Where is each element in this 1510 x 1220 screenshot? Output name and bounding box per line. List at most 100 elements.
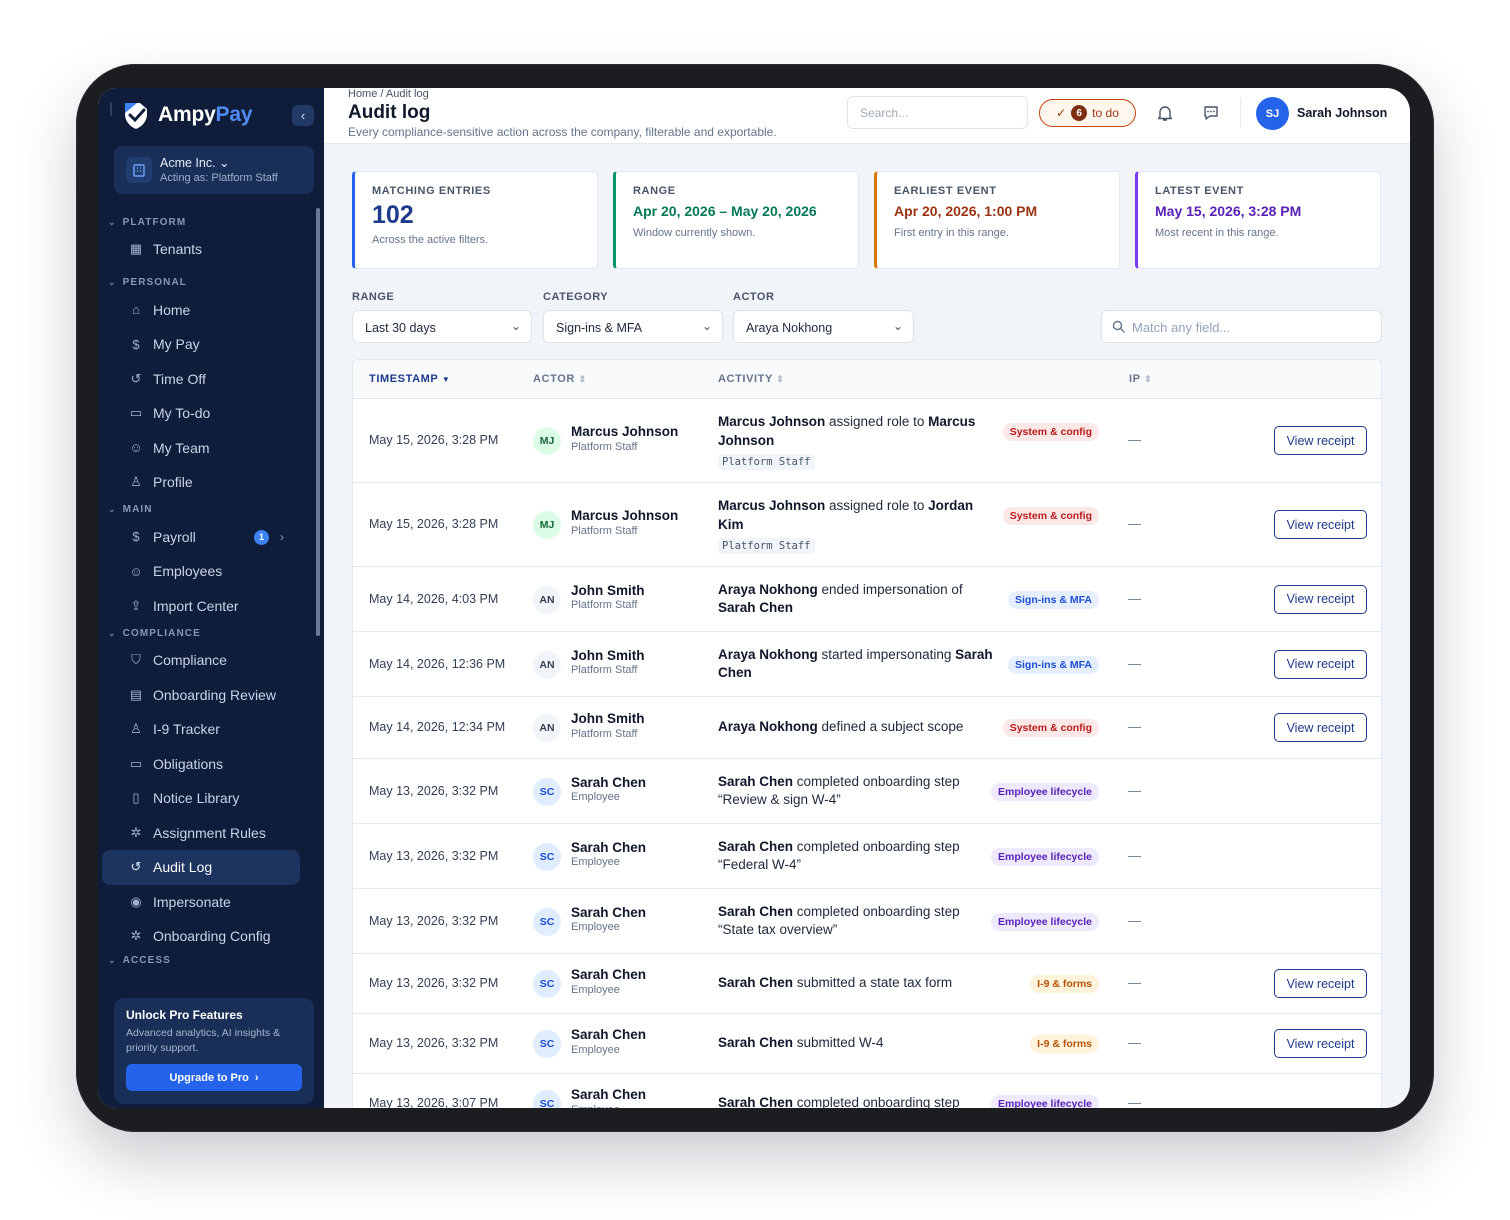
chat-icon[interactable] xyxy=(1200,102,1222,124)
sidebar-item-my-pay[interactable]: $ My Pay xyxy=(98,327,324,362)
actor-name[interactable]: Sarah Chen xyxy=(571,840,646,857)
activity-cell: Araya Nokhong ended impersonation of Sar… xyxy=(718,581,998,619)
view-receipt-button[interactable]: View receipt xyxy=(1274,713,1367,742)
sidebar-item-impersonate[interactable]: ◉ Impersonate xyxy=(98,885,324,920)
sidebar-item-home[interactable]: ⌂ Home xyxy=(98,293,324,328)
chevron-down-icon: ⌄ xyxy=(108,627,117,638)
org-switcher[interactable]: Acme Inc. ⌄ Acting as: Platform Staff xyxy=(114,146,314,194)
user-name[interactable]: Sarah Johnson xyxy=(1297,106,1387,120)
actor-cell: John Smith Platform Staff xyxy=(571,583,645,614)
match-any-field-input[interactable]: Match any field... xyxy=(1101,310,1382,343)
view-receipt-button[interactable]: View receipt xyxy=(1274,426,1367,455)
view-receipt-button[interactable]: View receipt xyxy=(1274,969,1367,998)
sidebar-item-my-team[interactable]: ☺ My Team xyxy=(98,431,324,466)
section-main[interactable]: ⌄ MAIN xyxy=(98,500,324,520)
timestamp-cell: May 15, 2026, 3:28 PM xyxy=(369,517,499,531)
ip-cell: — xyxy=(1128,655,1141,671)
stat-label: LATEST EVENT xyxy=(1155,185,1244,197)
activity-subject: Marcus Johnson xyxy=(718,498,826,513)
activity-subject: Araya Nokhong xyxy=(718,581,818,597)
view-receipt-button[interactable]: View receipt xyxy=(1274,584,1367,614)
promo-title: Unlock Pro Features xyxy=(126,1008,243,1022)
table-row[interactable]: May 13, 2026, 3:32 PM SC Sarah Chen Emplo… xyxy=(353,759,1381,824)
table-row[interactable]: May 14, 2026, 12:36 PM AN John Smith Plat… xyxy=(353,632,1381,697)
actor-name[interactable]: Sarah Chen xyxy=(571,1027,646,1044)
range-select[interactable]: Last 30 days ⌄ xyxy=(352,310,532,343)
users-icon: ☺ xyxy=(129,440,143,456)
activity-verb: completed onboarding step xyxy=(793,1095,960,1108)
section-personal[interactable]: ⌄ PERSONAL xyxy=(98,273,324,293)
sidebar-item-profile[interactable]: ♙ Profile xyxy=(98,465,324,500)
bell-icon[interactable] xyxy=(1154,102,1176,124)
sidebar-item-assignment-rules[interactable]: ✲ Assignment Rules xyxy=(98,816,324,851)
collapse-sidebar-button[interactable]: ‹ xyxy=(292,105,314,126)
actor-name[interactable]: Sarah Chen xyxy=(571,967,646,984)
avatar: SC xyxy=(533,777,561,806)
view-receipt-button[interactable]: View receipt xyxy=(1274,1029,1367,1058)
actor-name[interactable]: John Smith xyxy=(571,711,645,728)
sidebar-item-notice-library[interactable]: ▯ Notice Library xyxy=(98,781,324,816)
user-avatar[interactable]: SJ xyxy=(1256,97,1289,130)
shield-icon: ⛉ xyxy=(131,652,141,668)
actor-cell: Marcus Johnson Platform Staff xyxy=(571,424,678,455)
category-select[interactable]: Sign-ins & MFA ⌄ xyxy=(543,310,723,343)
actor-name[interactable]: John Smith xyxy=(571,648,645,665)
actor-name[interactable]: Sarah Chen xyxy=(571,775,646,792)
table-row[interactable]: May 15, 2026, 3:28 PM MJ Marcus Johnson P… xyxy=(353,399,1381,483)
brand-logo[interactable]: AmpyPay xyxy=(122,100,253,130)
column-header-activity[interactable]: ACTIVITY ⇕ xyxy=(718,373,785,385)
table-row[interactable]: May 13, 2026, 3:32 PM SC Sarah Chen Emplo… xyxy=(353,824,1381,889)
search-input[interactable]: Search... xyxy=(847,96,1028,129)
sidebar-item-my-todo[interactable]: ▭ My To-do xyxy=(98,396,324,431)
column-header-actor[interactable]: ACTOR ⇕ xyxy=(533,373,587,385)
view-receipt-button[interactable]: View receipt xyxy=(1274,649,1367,679)
sidebar-item-onboarding-review[interactable]: ▤ Onboarding Review xyxy=(98,678,324,713)
table-row[interactable]: May 13, 2026, 3:32 PM SC Sarah Chen Emplo… xyxy=(353,1014,1381,1074)
section-compliance[interactable]: ⌄ COMPLIANCE xyxy=(98,623,324,643)
sidebar-item-obligations[interactable]: ▭ Obligations xyxy=(98,747,324,782)
activity-verb: ended impersonation of xyxy=(817,581,963,597)
view-receipt-button[interactable]: View receipt xyxy=(1274,510,1367,539)
sidebar-item-compliance[interactable]: ⛉ Compliance xyxy=(98,643,324,678)
table-row[interactable]: May 14, 2026, 12:34 PM AN John Smith Plat… xyxy=(353,697,1381,759)
column-header-timestamp[interactable]: TIMESTAMP ▼ xyxy=(369,373,450,385)
section-platform[interactable]: ⌄ PLATFORM xyxy=(98,212,324,232)
upgrade-button[interactable]: Upgrade to Pro › xyxy=(126,1064,302,1091)
payroll-count-badge: 1 xyxy=(254,529,269,545)
actor-name[interactable]: Marcus Johnson xyxy=(571,424,678,441)
timestamp-cell: May 14, 2026, 12:36 PM xyxy=(369,656,506,671)
sidebar-nav: ⌄ PLATFORM ▦ Tenants ⌄ PERSONAL ⌂ Home $ My P… xyxy=(98,212,324,968)
ip-cell: — xyxy=(1128,1035,1141,1050)
actor-select[interactable]: Araya Nokhong ⌄ xyxy=(733,310,914,343)
sidebar-item-time-off[interactable]: ↺ Time Off xyxy=(98,362,324,397)
stat-value: Apr 20, 2026 – May 20, 2026 xyxy=(633,203,817,219)
column-header-ip[interactable]: IP ⇕ xyxy=(1129,373,1152,385)
inbox-icon: ▭ xyxy=(129,755,143,771)
actor-name[interactable]: Sarah Chen xyxy=(571,905,646,922)
sidebar-item-payroll[interactable]: $ Payroll 1 › xyxy=(98,520,324,555)
actor-name[interactable]: Sarah Chen xyxy=(571,1087,646,1104)
eye-icon: ◉ xyxy=(130,893,142,909)
category-badge: Employee lifecycle xyxy=(991,1095,1099,1108)
activity-subject: Sarah Chen xyxy=(718,773,794,789)
table-row[interactable]: May 15, 2026, 3:28 PM MJ Marcus Johnson P… xyxy=(353,483,1381,567)
table-row[interactable]: May 13, 2026, 3:32 PM SC Sarah Chen Emplo… xyxy=(353,889,1381,954)
sidebar-item-i9-tracker[interactable]: ♙ I-9 Tracker xyxy=(98,712,324,747)
actor-role: Platform Staff xyxy=(571,524,638,537)
table-row[interactable]: May 14, 2026, 4:03 PM AN John Smith Platf… xyxy=(353,567,1381,632)
todo-button[interactable]: ✓ 6 to do xyxy=(1039,99,1136,127)
sidebar-scrollbar[interactable] xyxy=(316,208,320,636)
sidebar-item-audit-log[interactable]: ↺ Audit Log xyxy=(102,850,300,885)
breadcrumb[interactable]: Home / Audit log xyxy=(348,88,429,100)
table-row[interactable]: May 13, 2026, 3:32 PM SC Sarah Chen Emplo… xyxy=(353,954,1381,1014)
actor-cell: John Smith Platform Staff xyxy=(571,711,645,742)
sidebar-item-import-center[interactable]: ⇪ Import Center xyxy=(98,589,324,624)
actor-name[interactable]: Marcus Johnson xyxy=(571,508,678,525)
section-access[interactable]: ⌄ ACCESS xyxy=(98,954,324,968)
table-row[interactable]: May 13, 2026, 3:07 PM SC Sarah Chen Emplo… xyxy=(353,1074,1381,1108)
acting-as-label: Acting as: Platform Staff xyxy=(160,171,278,184)
sidebar-item-onboarding-config[interactable]: ✲ Onboarding Config xyxy=(98,919,324,954)
actor-name[interactable]: John Smith xyxy=(571,583,645,600)
sidebar-item-tenants[interactable]: ▦ Tenants xyxy=(98,232,324,267)
sidebar-item-employees[interactable]: ☺ Employees xyxy=(98,554,324,589)
